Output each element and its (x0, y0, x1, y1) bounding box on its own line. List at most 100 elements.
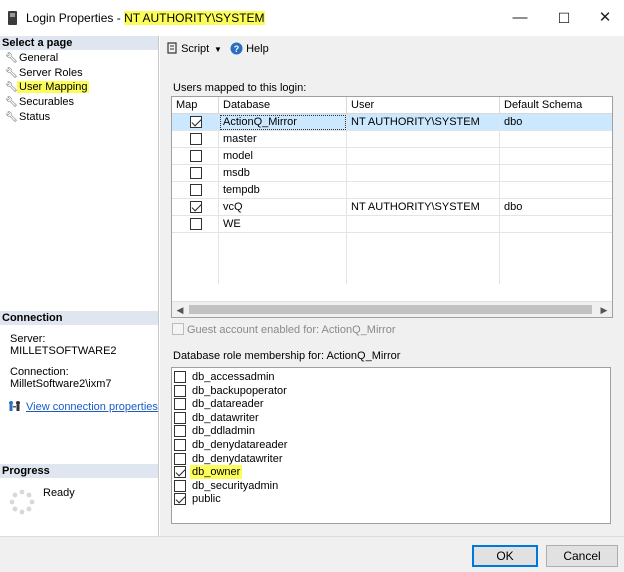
user-cell[interactable] (347, 131, 500, 148)
table-row[interactable]: master (172, 131, 612, 148)
scroll-left-arrow-icon[interactable]: ◀ (172, 303, 188, 317)
default-schema-cell[interactable]: dbo (500, 114, 612, 131)
table-row[interactable]: model (172, 148, 612, 165)
user-cell[interactable] (347, 165, 500, 182)
user-cell[interactable] (347, 148, 500, 165)
users-mapped-grid[interactable]: Map Database User Default Schema ActionQ… (171, 96, 613, 318)
ok-button[interactable]: OK (472, 545, 538, 567)
role-checkbox[interactable] (174, 384, 186, 397)
user-cell[interactable] (347, 216, 500, 233)
role-checkbox[interactable] (174, 452, 186, 465)
connection-properties-icon (9, 401, 20, 411)
default-schema-cell[interactable] (500, 165, 612, 182)
role-label: db_datareader (192, 398, 264, 411)
map-cell[interactable] (172, 114, 219, 131)
ssms-app-icon (8, 11, 17, 25)
wrench-icon: 🔧︎ (5, 53, 18, 64)
horizontal-scrollbar[interactable]: ◀ ▶ (172, 301, 612, 317)
table-row[interactable]: WE (172, 216, 612, 233)
connection-value: MilletSoftware2\ixm7 (10, 378, 112, 390)
window-title: Login Properties - NT AUTHORITY\SYSTEM (26, 11, 265, 25)
wrench-icon: 🔧︎ (5, 82, 18, 93)
database-cell[interactable]: model (219, 148, 347, 165)
role-checkbox[interactable] (174, 425, 186, 438)
close-button[interactable]: ✕ (592, 6, 618, 30)
view-connection-properties[interactable]: View connection properties (8, 400, 158, 414)
page-item-label: User Mapping (17, 81, 90, 93)
page-item-user-mapping[interactable]: 🔧︎User Mapping (5, 80, 90, 94)
script-dropdown-chevron-icon[interactable]: ▼ (214, 45, 222, 54)
user-cell[interactable]: NT AUTHORITY\SYSTEM (347, 199, 500, 216)
map-cell[interactable] (172, 165, 219, 182)
role-label: db_backupoperator (192, 384, 287, 397)
map-checkbox[interactable] (190, 150, 202, 162)
role-label: db_ddladmin (192, 425, 255, 438)
database-cell[interactable]: ActionQ_Mirror (219, 114, 347, 131)
role-label: db_datawriter (192, 411, 259, 424)
map-checkbox[interactable] (190, 218, 202, 230)
map-cell[interactable] (172, 131, 219, 148)
role-checkbox[interactable] (174, 479, 186, 492)
progress-spinner-icon (9, 489, 35, 515)
table-row[interactable]: vcQ NT AUTHORITY\SYSTEM dbo (172, 199, 612, 216)
database-cell[interactable]: master (219, 131, 347, 148)
map-cell[interactable] (172, 199, 219, 216)
map-checkbox[interactable] (190, 116, 202, 128)
database-cell[interactable]: WE (219, 216, 347, 233)
column-header-database[interactable]: Database (219, 97, 347, 114)
map-checkbox[interactable] (190, 184, 202, 196)
map-checkbox[interactable] (190, 201, 202, 213)
column-header-default-schema[interactable]: Default Schema (500, 97, 612, 114)
role-checkbox[interactable] (174, 493, 186, 506)
page-item-server-roles[interactable]: 🔧︎Server Roles (5, 66, 85, 80)
role-checkbox[interactable] (174, 466, 186, 479)
database-cell[interactable]: tempdb (219, 182, 347, 199)
default-schema-cell[interactable]: dbo (500, 199, 612, 216)
users-mapped-label: Users mapped to this login: (173, 82, 307, 94)
help-button[interactable]: ? Help (230, 42, 269, 55)
guest-account-label: Guest account enabled for: ActionQ_Mirro… (187, 324, 396, 336)
default-schema-cell[interactable] (500, 182, 612, 199)
role-checkbox[interactable] (174, 439, 186, 451)
page-item-securables[interactable]: 🔧︎Securables (5, 95, 76, 109)
empty-grid-row (172, 233, 612, 250)
scrollbar-thumb[interactable] (189, 305, 592, 314)
map-cell[interactable] (172, 182, 219, 199)
wrench-icon: 🔧︎ (5, 112, 18, 123)
wrench-icon: 🔧︎ (5, 97, 18, 108)
cancel-button[interactable]: Cancel (546, 545, 618, 567)
role-checkbox[interactable] (174, 411, 186, 424)
role-checkbox[interactable] (174, 398, 186, 411)
title-bar: Login Properties - NT AUTHORITY\SYSTEM —… (0, 0, 624, 36)
user-cell[interactable]: NT AUTHORITY\SYSTEM (347, 114, 500, 131)
empty-cell (347, 267, 500, 284)
page-item-label: Status (19, 111, 51, 123)
minimize-button[interactable]: — (507, 6, 533, 30)
map-cell[interactable] (172, 148, 219, 165)
map-cell[interactable] (172, 216, 219, 233)
column-header-map[interactable]: Map (172, 97, 219, 114)
page-item-status[interactable]: 🔧︎Status (5, 110, 52, 124)
default-schema-cell[interactable] (500, 216, 612, 233)
role-label: db_securityadmin (192, 479, 279, 492)
map-checkbox[interactable] (190, 167, 202, 179)
table-row[interactable]: ActionQ_Mirror NT AUTHORITY\SYSTEM dbo (172, 114, 612, 131)
database-cell[interactable]: msdb (219, 165, 347, 182)
role-checkbox[interactable] (174, 371, 186, 383)
view-connection-properties-link[interactable]: View connection properties (26, 401, 158, 413)
scroll-right-arrow-icon[interactable]: ▶ (596, 303, 612, 317)
table-row[interactable]: tempdb (172, 182, 612, 199)
script-button[interactable]: Script (166, 42, 209, 55)
table-row[interactable]: msdb (172, 165, 612, 182)
column-header-user[interactable]: User (347, 97, 500, 114)
database-cell[interactable]: vcQ (219, 199, 347, 216)
map-checkbox[interactable] (190, 133, 202, 145)
default-schema-cell[interactable] (500, 148, 612, 165)
default-schema-cell[interactable] (500, 131, 612, 148)
window-title-prefix: Login Properties - (26, 11, 125, 25)
role-label: db_accessadmin (192, 371, 275, 383)
maximize-button[interactable]: ☐ (551, 6, 577, 30)
page-item-general[interactable]: 🔧︎General (5, 51, 60, 65)
user-cell[interactable] (347, 182, 500, 199)
role-membership-label: Database role membership for: ActionQ_Mi… (173, 350, 401, 362)
